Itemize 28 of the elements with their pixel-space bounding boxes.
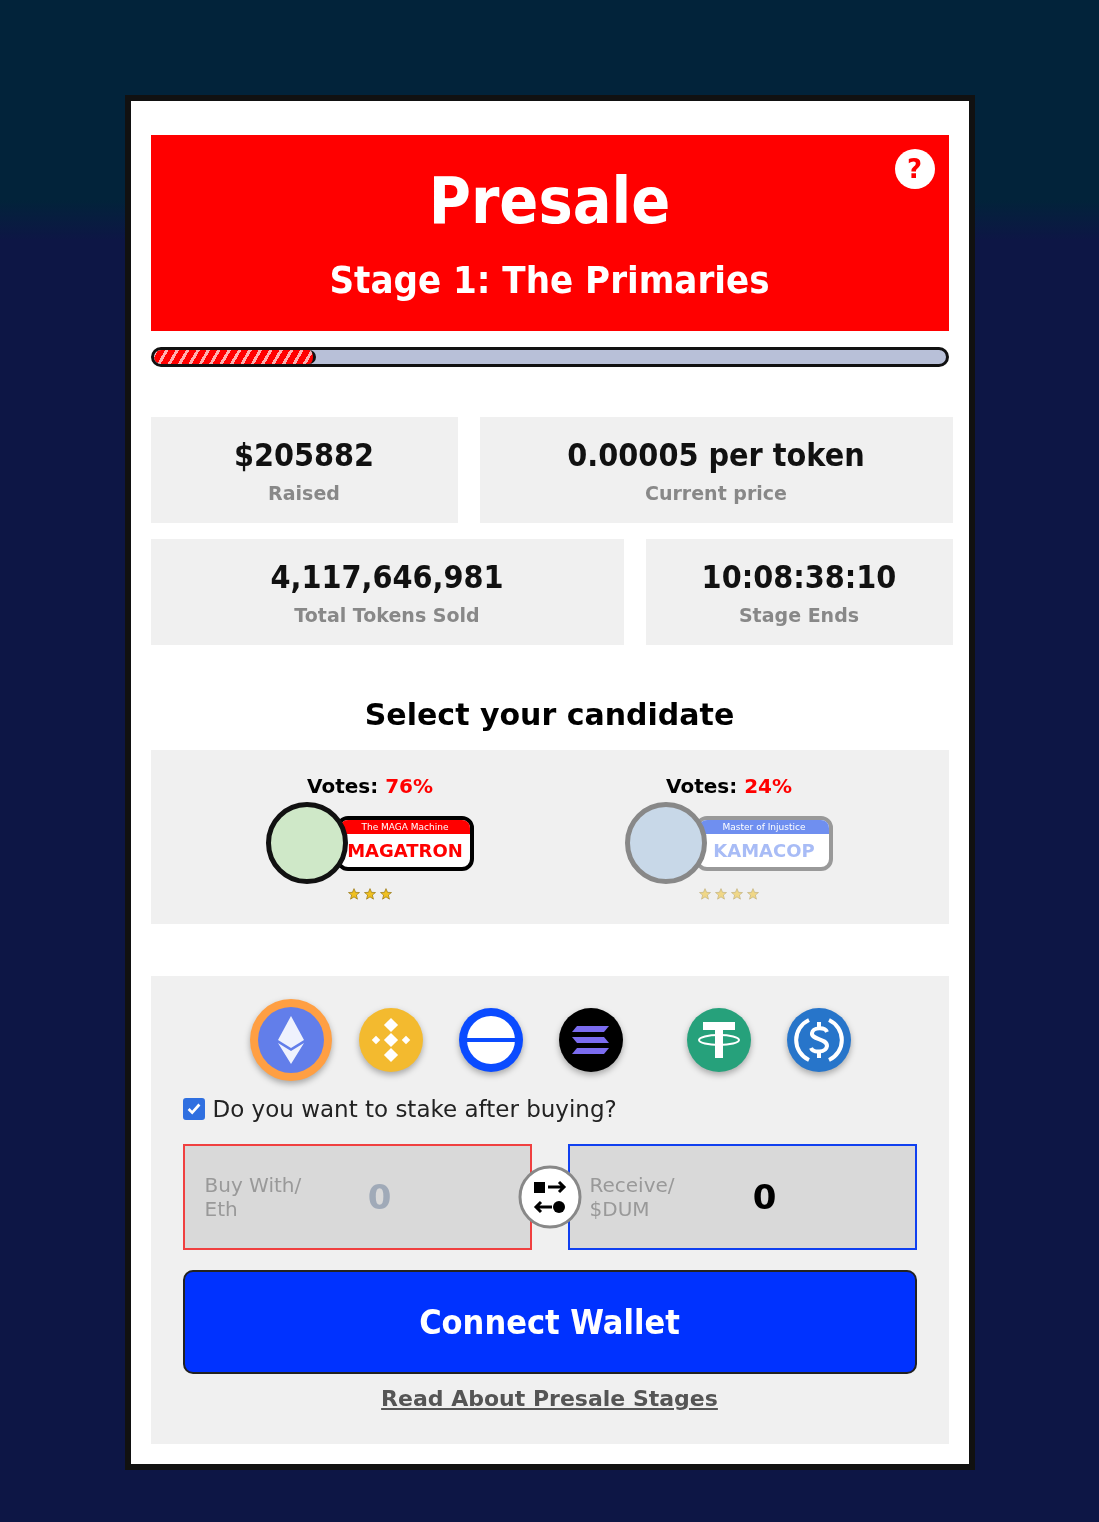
stage-title: Stage 1: The Primaries (329, 258, 770, 302)
presale-stages-link[interactable]: Read About Presale Stages (381, 1386, 718, 1411)
candidate-name: KAMACOP (712, 838, 816, 863)
candidate-name: MAGATRON (346, 838, 464, 863)
diamond-coin-icon[interactable] (248, 998, 333, 1082)
stake-label: Do you want to stake after buying? (212, 1096, 617, 1122)
section-title: Select your candidate (363, 697, 736, 732)
candidate-card[interactable]: The MAGA Machine MAGATRON (266, 802, 474, 884)
stat-label: Stage Ends (738, 604, 860, 626)
stat-label: Raised (268, 482, 340, 504)
field-label: Receive/ $DUM (589, 1173, 676, 1221)
help-button[interactable]: ? (894, 149, 935, 189)
stat-label: Current price (645, 482, 787, 504)
votes-label: Votes: 24% (666, 774, 792, 798)
candidate-tagline: The MAGA Machine (340, 819, 470, 834)
stake-checkbox[interactable] (182, 1098, 205, 1120)
connect-wallet-button[interactable]: Connect Wallet (182, 1270, 917, 1374)
stat-value: $205882 (233, 436, 375, 474)
stat-value: 0.00005 per token (567, 436, 865, 474)
votes-label: Votes: 76% (307, 774, 433, 798)
stat-value: 4,117,646,981 (270, 558, 504, 596)
receive-amount-input[interactable]: 0 (719, 1177, 810, 1217)
buy-amount-input[interactable]: 0 (334, 1177, 425, 1217)
stat-value: 10:08:38:10 (701, 558, 897, 596)
presale-title: Presale (428, 164, 671, 238)
field-label: Buy With/ Eth (204, 1173, 303, 1221)
candidate-tagline: Master of Injustice (699, 819, 829, 834)
stat-label: Total Tokens Sold (294, 604, 480, 626)
